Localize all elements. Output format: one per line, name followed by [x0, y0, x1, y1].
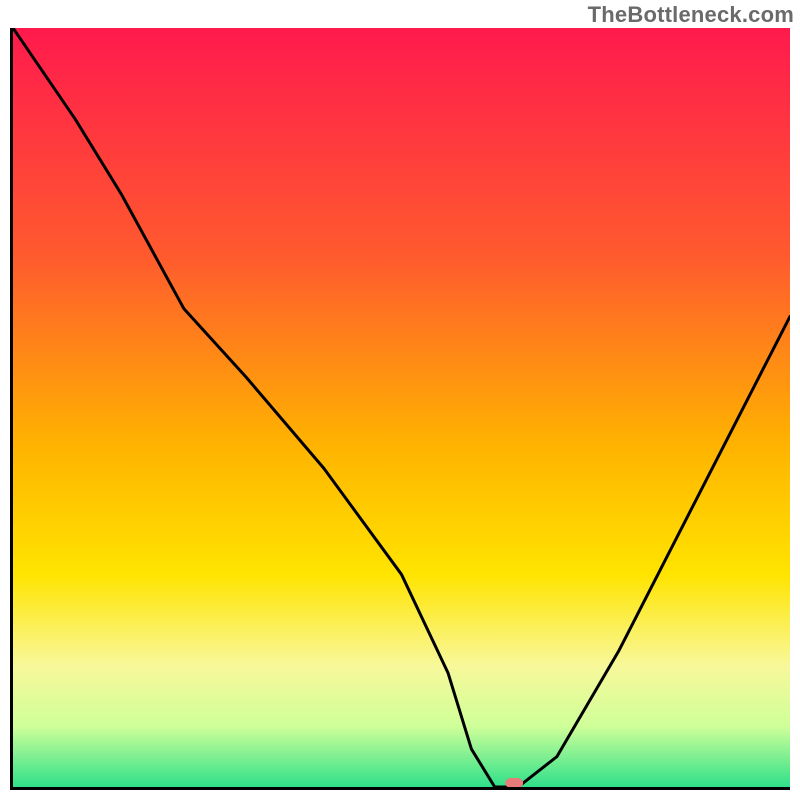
gradient-background	[13, 28, 790, 787]
watermark-text: TheBottleneck.com	[588, 2, 794, 28]
optimal-marker	[505, 778, 523, 787]
chart-svg	[13, 28, 790, 787]
chart-container: TheBottleneck.com	[0, 0, 800, 800]
plot-area	[10, 28, 790, 790]
